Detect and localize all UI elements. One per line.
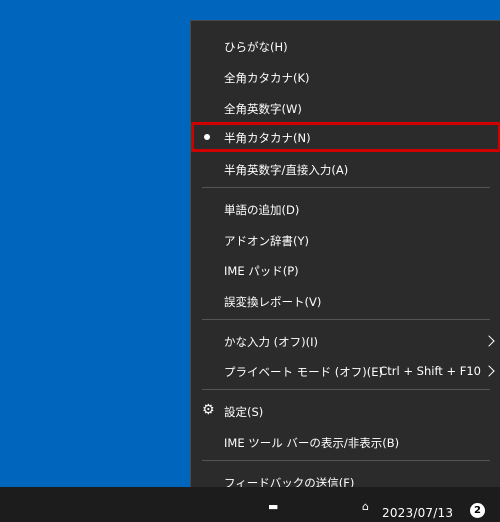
- menu-item-label: アドオン辞書(Y): [224, 234, 309, 248]
- menu-item-private-mode[interactable]: プライベート モード (オフ)(E) Ctrl + Shift + F10: [191, 356, 500, 386]
- chevron-right-icon: [483, 365, 495, 377]
- menu-item-fullwidth-katakana[interactable]: 全角カタカナ(K): [191, 62, 500, 92]
- chevron-right-icon: [483, 335, 495, 347]
- shortcut-label: Ctrl + Shift + F10: [379, 364, 481, 378]
- menu-separator: [202, 319, 490, 320]
- menu-item-fullwidth-alphanumeric[interactable]: 全角英数字(W): [191, 93, 500, 123]
- menu-item-label: 設定(S): [224, 405, 264, 419]
- menu-separator: [202, 389, 490, 390]
- menu-item-label: かな入力 (オフ)(I): [224, 335, 318, 349]
- clock-date[interactable]: 2023/07/13: [382, 506, 453, 520]
- menu-item-label: IME パッド(P): [224, 264, 299, 278]
- menu-item-label: 誤変換レポート(V): [224, 295, 322, 309]
- menu-item-label: 半角英数字/直接入力(A): [224, 163, 349, 177]
- menu-item-kana-input[interactable]: かな入力 (オフ)(I): [191, 326, 500, 356]
- menu-item-ime-pad[interactable]: IME パッド(P): [191, 255, 500, 285]
- menu-item-label: プライベート モード (オフ)(E): [224, 365, 384, 379]
- gear-icon: ⚙: [202, 402, 215, 418]
- menu-separator: [202, 187, 490, 188]
- menu-item-addon-dictionary[interactable]: アドオン辞書(Y): [191, 225, 500, 255]
- menu-item-conversion-report[interactable]: 誤変換レポート(V): [191, 286, 500, 316]
- menu-item-label: IME ツール バーの表示/非表示(B): [224, 436, 400, 450]
- ime-context-menu: ひらがな(H) 全角カタカナ(K) 全角英数字(W) 半角カタカナ(N) 半角英…: [190, 20, 500, 502]
- menu-item-label: 半角カタカナ(N): [224, 131, 311, 145]
- menu-item-label: 全角英数字(W): [224, 102, 302, 116]
- selected-bullet-icon: [204, 134, 210, 140]
- menu-item-halfwidth-katakana[interactable]: 半角カタカナ(N): [191, 122, 500, 152]
- menu-item-halfwidth-alphanumeric-direct[interactable]: 半角英数字/直接入力(A): [191, 154, 500, 184]
- menu-item-hiragana[interactable]: ひらがな(H): [191, 31, 500, 61]
- menu-separator: [202, 460, 490, 461]
- tray-icon[interactable]: ⌂: [362, 500, 369, 513]
- menu-item-add-word[interactable]: 単語の追加(D): [191, 194, 500, 224]
- menu-item-toggle-toolbar[interactable]: IME ツール バーの表示/非表示(B): [191, 427, 500, 457]
- tray-icon[interactable]: ▬: [268, 500, 278, 513]
- menu-item-label: 全角カタカナ(K): [224, 71, 310, 85]
- menu-item-label: 単語の追加(D): [224, 203, 300, 217]
- notification-badge[interactable]: 2: [470, 503, 485, 518]
- menu-item-label: ひらがな(H): [224, 40, 288, 54]
- menu-item-settings[interactable]: ⚙ 設定(S): [191, 396, 500, 426]
